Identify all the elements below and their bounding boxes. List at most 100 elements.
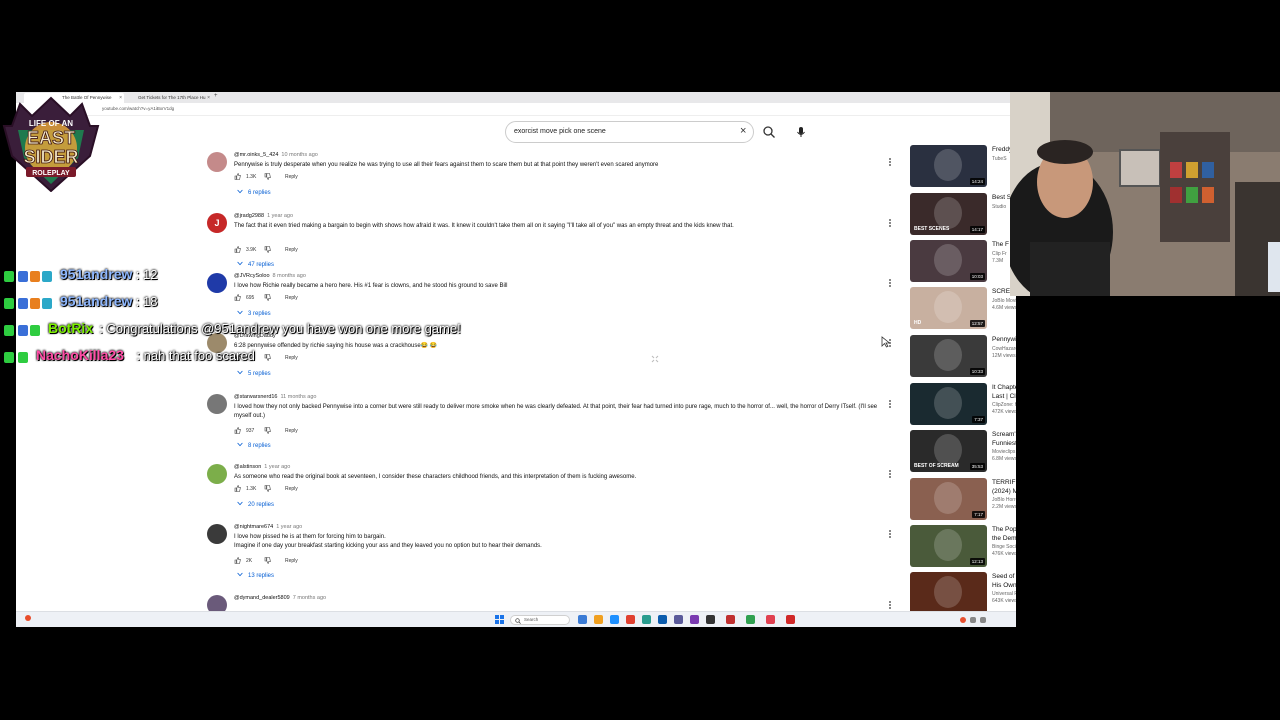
related-video[interactable]: 7:17 TERRIFIER 3 | Final Battle (2024) Mo… bbox=[910, 478, 1016, 520]
view-replies-button[interactable]: 20 replies bbox=[237, 501, 274, 508]
channel-name[interactable]: Binge Society bbox=[992, 544, 1016, 550]
related-video[interactable]: BEST SCENES14:17Best S RISEStudio bbox=[910, 193, 1016, 235]
channel-name[interactable]: JoBlo Horror bbox=[992, 497, 1016, 503]
like-button[interactable] bbox=[234, 557, 241, 566]
new-tab-icon[interactable]: + bbox=[214, 93, 218, 99]
view-replies-button[interactable]: 8 replies bbox=[237, 442, 271, 449]
more-options-icon[interactable] bbox=[887, 526, 893, 538]
taskbar-app-icon[interactable] bbox=[786, 615, 795, 624]
microphone-icon[interactable] bbox=[794, 125, 808, 139]
taskbar-app-icon[interactable] bbox=[690, 615, 699, 624]
more-options-icon[interactable] bbox=[887, 154, 893, 166]
video-title[interactable]: Scream's Bloodiest Kills and Funniest Sc… bbox=[992, 431, 1016, 448]
more-options-icon[interactable] bbox=[887, 396, 893, 408]
video-title[interactable]: It Chapter Two (2019) | Home At Last | C… bbox=[992, 384, 1016, 401]
video-thumbnail[interactable] bbox=[910, 572, 987, 614]
avatar[interactable] bbox=[207, 524, 227, 544]
comment-time[interactable]: 1 year ago bbox=[264, 464, 290, 470]
channel-name[interactable]: CowHazard bbox=[992, 346, 1016, 352]
channel-name[interactable]: Universal Pictures bbox=[992, 591, 1016, 597]
dislike-button[interactable] bbox=[264, 557, 271, 566]
channel-name[interactable]: Clip Fr bbox=[992, 251, 1007, 257]
more-options-icon[interactable] bbox=[887, 597, 893, 609]
related-video[interactable]: Seed of Chucky | Chucky Ends His Own Fam… bbox=[910, 572, 1016, 614]
channel-name[interactable]: Movieclips bbox=[992, 449, 1015, 455]
video-thumbnail[interactable]: BEST SCENES 14:17 bbox=[910, 193, 987, 235]
video-thumbnail[interactable]: 7:17 bbox=[910, 478, 987, 520]
avatar[interactable]: J bbox=[207, 213, 227, 233]
windows-start-icon[interactable] bbox=[495, 615, 504, 624]
comment-author[interactable]: @starwarsnerd16 bbox=[234, 394, 278, 400]
comment-time[interactable]: 10 months ago bbox=[281, 152, 317, 158]
video-thumbnail[interactable]: 14:24 bbox=[910, 145, 987, 187]
taskbar-app-icon[interactable] bbox=[626, 615, 635, 624]
reply-button[interactable]: Reply bbox=[285, 486, 298, 492]
taskbar-app-icon[interactable] bbox=[746, 615, 755, 624]
volume-icon[interactable] bbox=[980, 617, 986, 623]
video-title[interactable]: Pennywise The Dancing Clown bbox=[992, 336, 1016, 345]
comment-author[interactable]: @mr.oinks_5_424 bbox=[234, 152, 278, 158]
video-thumbnail[interactable]: 12:13 bbox=[910, 525, 987, 567]
taskbar-app-icon[interactable] bbox=[610, 615, 619, 624]
dislike-button[interactable] bbox=[264, 485, 271, 494]
video-thumbnail[interactable]: 10:03 bbox=[910, 240, 987, 282]
wifi-icon[interactable] bbox=[970, 617, 976, 623]
reply-button[interactable]: Reply bbox=[285, 428, 298, 434]
more-options-icon[interactable] bbox=[887, 275, 893, 287]
channel-name[interactable]: Studio bbox=[992, 204, 1006, 210]
related-video[interactable]: BEST OF SCREAM 35:53 Scream's Bloodiest Ki… bbox=[910, 430, 1016, 472]
channel-name[interactable]: JoBlo Movie Clips bbox=[992, 298, 1016, 304]
video-title[interactable]: TERRIFIER 3 | Final Battle (2024) Movie … bbox=[992, 479, 1016, 496]
video-thumbnail[interactable]: HD 12:57 bbox=[910, 287, 987, 329]
taskbar-app-icon[interactable] bbox=[594, 615, 603, 624]
view-replies-button[interactable]: 13 replies bbox=[237, 572, 274, 579]
close-icon[interactable]: × bbox=[207, 95, 210, 101]
taskbar-app-icon[interactable] bbox=[658, 615, 667, 624]
video-thumbnail[interactable]: BEST OF SCREAM 35:53 bbox=[910, 430, 987, 472]
comment-time[interactable]: 1 year ago bbox=[276, 524, 302, 530]
close-icon[interactable]: × bbox=[119, 95, 122, 101]
related-video[interactable]: 12:13 The Pope's Exorcist (2023): All the… bbox=[910, 525, 1016, 567]
like-button[interactable] bbox=[234, 173, 241, 182]
weather-widget[interactable] bbox=[24, 614, 32, 623]
dislike-button[interactable] bbox=[264, 246, 271, 255]
comment-time[interactable]: 11 months ago bbox=[281, 394, 317, 400]
view-replies-button[interactable]: 6 replies bbox=[237, 189, 271, 196]
search-icon[interactable] bbox=[762, 125, 776, 139]
taskbar-search[interactable]: Search bbox=[510, 615, 570, 625]
avatar[interactable] bbox=[207, 464, 227, 484]
comment-time[interactable]: 7 months ago bbox=[293, 595, 326, 601]
view-replies-button[interactable]: 5 replies bbox=[237, 370, 271, 377]
video-thumbnail[interactable]: 10:33 bbox=[910, 335, 987, 377]
related-video[interactable]: 10:33 Pennywise The Dancing ClownCowHazar… bbox=[910, 335, 1016, 377]
avatar[interactable] bbox=[207, 152, 227, 172]
comment-time[interactable]: 1 year ago bbox=[267, 213, 293, 219]
video-title[interactable]: Seed of Chucky | Chucky Ends His Own Fam… bbox=[992, 573, 1016, 590]
tray-icon[interactable] bbox=[960, 617, 966, 623]
comment-author[interactable]: @dymand_dealer5809 bbox=[234, 595, 290, 601]
related-video[interactable]: HD12:57SCRE (1996) Wes CravenJoBlo Movie… bbox=[910, 287, 1016, 329]
reply-button[interactable]: Reply bbox=[285, 558, 298, 564]
related-video[interactable]: 14:24 Freddy TubeS bbox=[910, 145, 1016, 187]
comment-author[interactable]: @nightmare674 bbox=[234, 524, 273, 530]
taskbar-app-icon[interactable] bbox=[706, 615, 715, 624]
related-video[interactable]: 7:37 It Chapter Two (2019) | Home At Last… bbox=[910, 383, 1016, 425]
taskbar-app-icon[interactable] bbox=[726, 615, 735, 624]
more-options-icon[interactable] bbox=[887, 215, 893, 227]
reply-button[interactable]: Reply bbox=[285, 247, 298, 253]
video-thumbnail[interactable]: 7:37 bbox=[910, 383, 987, 425]
reply-button[interactable]: Reply bbox=[285, 174, 298, 180]
taskbar-app-icon[interactable] bbox=[642, 615, 651, 624]
more-options-icon[interactable] bbox=[887, 466, 893, 478]
channel-name[interactable]: TubeS bbox=[992, 156, 1007, 162]
video-title[interactable]: The Pope's Exorcist (2023): All the Demo… bbox=[992, 526, 1016, 543]
like-button[interactable] bbox=[234, 485, 241, 494]
browser-tab[interactable]: Get Tickets for The 17th Place Hu × bbox=[128, 93, 212, 103]
taskbar-app-icon[interactable] bbox=[674, 615, 683, 624]
comment-author[interactable]: @jradg2988 bbox=[234, 213, 264, 219]
channel-name[interactable]: ClipZone: Horrorscapes bbox=[992, 402, 1016, 408]
dislike-button[interactable] bbox=[264, 173, 271, 182]
clear-search-icon[interactable]: × bbox=[740, 126, 746, 137]
search-input[interactable]: exorcist move pick one scene × bbox=[505, 121, 754, 143]
avatar[interactable] bbox=[207, 394, 227, 414]
